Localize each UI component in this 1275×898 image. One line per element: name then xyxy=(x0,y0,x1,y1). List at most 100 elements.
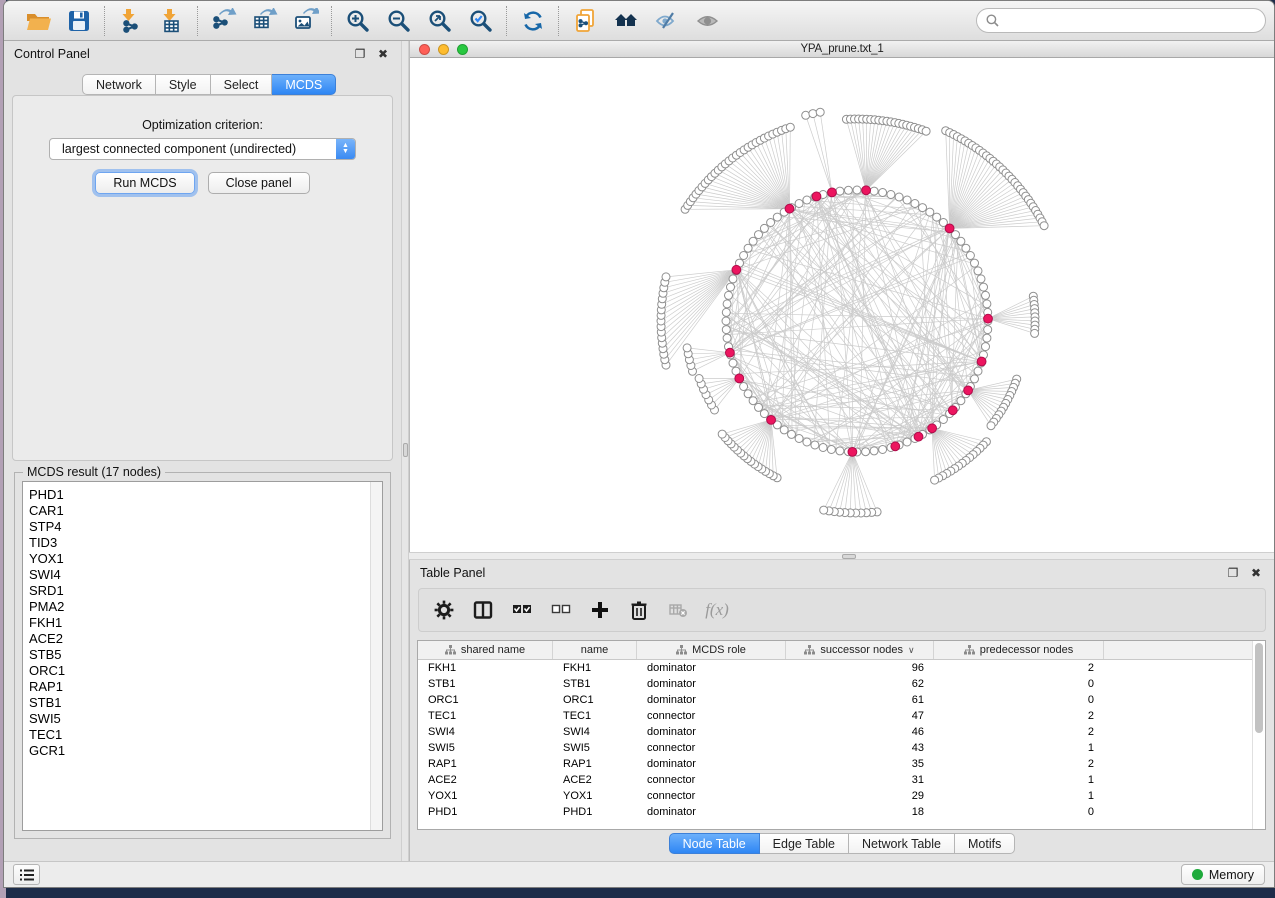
add-row-icon[interactable] xyxy=(589,599,611,621)
cell-predecessor-nodes: 1 xyxy=(934,740,1104,756)
table-row[interactable]: ORC1ORC1dominator610 xyxy=(418,692,1252,708)
mcds-result-item[interactable]: STB1 xyxy=(29,695,370,711)
columns-icon[interactable] xyxy=(472,599,494,621)
tab-select[interactable]: Select xyxy=(211,74,273,95)
zoom-out-icon[interactable] xyxy=(385,7,412,34)
mcds-result-item[interactable]: GCR1 xyxy=(29,743,370,759)
table-row[interactable]: SWI5SWI5connector431 xyxy=(418,740,1252,756)
tab-style[interactable]: Style xyxy=(156,74,211,95)
float-panel-icon[interactable]: ❐ xyxy=(352,46,368,62)
import-table-icon[interactable] xyxy=(158,7,185,34)
tab-network[interactable]: Network xyxy=(82,74,156,95)
dominator-node xyxy=(948,406,957,415)
close-panel-button[interactable]: Close panel xyxy=(208,172,310,194)
mcds-result-item[interactable]: ACE2 xyxy=(29,631,370,647)
zoom-fit-icon[interactable] xyxy=(426,7,453,34)
cell-MCDS-role: connector xyxy=(637,772,786,788)
tab-mcds[interactable]: MCDS xyxy=(272,74,336,95)
dominator-node xyxy=(945,224,954,233)
mcds-result-item[interactable]: STB5 xyxy=(29,647,370,663)
mcds-result-list[interactable]: PHD1CAR1STP4TID3YOX1SWI4SRD1PMA2FKH1ACE2… xyxy=(22,481,383,831)
mcds-result-item[interactable]: FKH1 xyxy=(29,615,370,631)
mcds-result-item[interactable]: PMA2 xyxy=(29,599,370,615)
import-network-icon[interactable] xyxy=(117,7,144,34)
mcds-result-item[interactable]: RAP1 xyxy=(29,679,370,695)
table-row[interactable]: STB1STB1dominator620 xyxy=(418,676,1252,692)
tab-node-table[interactable]: Node Table xyxy=(669,833,760,854)
zoom-in-icon[interactable] xyxy=(344,7,371,34)
tab-network-table[interactable]: Network Table xyxy=(849,833,955,854)
table-row[interactable]: YOX1YOX1connector291 xyxy=(418,788,1252,804)
zoom-selected-icon[interactable] xyxy=(467,7,494,34)
mcds-list-scrollbar[interactable] xyxy=(370,482,382,830)
first-neighbors-icon[interactable] xyxy=(612,7,639,34)
close-table-panel-icon[interactable]: ✖ xyxy=(1248,565,1264,581)
select-all-icon[interactable] xyxy=(511,599,533,621)
table-row[interactable]: ACE2ACE2connector311 xyxy=(418,772,1252,788)
close-panel-icon[interactable]: ✖ xyxy=(375,46,391,62)
export-table-icon[interactable] xyxy=(251,7,278,34)
gear-icon[interactable] xyxy=(433,599,455,621)
network-title: YPA_prune.txt_1 xyxy=(410,43,1274,55)
show-all-icon[interactable] xyxy=(694,7,721,34)
network-titlebar[interactable]: YPA_prune.txt_1 xyxy=(410,41,1274,58)
open-folder-icon[interactable] xyxy=(24,7,51,34)
network-canvas[interactable] xyxy=(410,58,1274,552)
mcds-result-item[interactable]: STP4 xyxy=(29,519,370,535)
mcds-result-item[interactable]: SWI4 xyxy=(29,567,370,583)
table-scrollbar-thumb[interactable] xyxy=(1255,643,1263,733)
task-list-icon[interactable] xyxy=(13,864,40,885)
table-row[interactable]: SWI4SWI4dominator462 xyxy=(418,724,1252,740)
column-header-MCDS-role[interactable]: MCDS role xyxy=(637,641,786,659)
delete-row-icon[interactable] xyxy=(628,599,650,621)
dominator-node xyxy=(767,416,776,425)
cell-successor-nodes: 46 xyxy=(786,724,934,740)
save-icon[interactable] xyxy=(65,7,92,34)
cell-successor-nodes: 31 xyxy=(786,772,934,788)
memory-button[interactable]: Memory xyxy=(1181,864,1265,885)
cell-successor-nodes: 61 xyxy=(786,692,934,708)
export-image-icon[interactable] xyxy=(292,7,319,34)
cell-predecessor-nodes: 2 xyxy=(934,708,1104,724)
mcds-result-item[interactable]: PHD1 xyxy=(29,487,370,503)
criterion-dropdown[interactable]: largest connected component (undirected)… xyxy=(49,138,356,160)
column-header-predecessor-nodes[interactable]: predecessor nodes xyxy=(934,641,1104,659)
horizontal-splitter[interactable] xyxy=(409,552,1274,560)
cell-successor-nodes: 18 xyxy=(786,804,934,820)
refresh-icon[interactable] xyxy=(519,7,546,34)
mcds-result-item[interactable]: SRD1 xyxy=(29,583,370,599)
cell-shared-name: SWI4 xyxy=(418,724,553,740)
mcds-result-item[interactable]: SWI5 xyxy=(29,711,370,727)
network-documents-icon[interactable] xyxy=(571,7,598,34)
table-row[interactable]: TEC1TEC1connector472 xyxy=(418,708,1252,724)
dominator-node xyxy=(891,442,900,451)
vertical-splitter[interactable] xyxy=(401,41,409,861)
table-panel: Table Panel ❐ ✖ f(x) shared namenameMCDS… xyxy=(409,560,1274,861)
table-row[interactable]: RAP1RAP1dominator352 xyxy=(418,756,1252,772)
column-header-successor-nodes[interactable]: successor nodes∨ xyxy=(786,641,934,659)
mcds-result-item[interactable]: CAR1 xyxy=(29,503,370,519)
search-input[interactable] xyxy=(1004,14,1256,28)
app-window: Control Panel ❐ ✖ NetworkStyleSelectMCDS… xyxy=(3,0,1275,888)
hide-selected-icon[interactable] xyxy=(653,7,680,34)
float-table-panel-icon[interactable]: ❐ xyxy=(1225,565,1241,581)
mcds-result-item[interactable]: ORC1 xyxy=(29,663,370,679)
mcds-result-item[interactable]: YOX1 xyxy=(29,551,370,567)
network-graph[interactable] xyxy=(410,58,1274,552)
tab-edge-table[interactable]: Edge Table xyxy=(760,833,849,854)
column-header-shared-name[interactable]: shared name xyxy=(418,641,553,659)
cell-predecessor-nodes: 0 xyxy=(934,804,1104,820)
table-row[interactable]: PHD1PHD1dominator180 xyxy=(418,804,1252,820)
run-mcds-button[interactable]: Run MCDS xyxy=(95,172,194,194)
mcds-result-item[interactable]: TEC1 xyxy=(29,727,370,743)
export-network-icon[interactable] xyxy=(210,7,237,34)
table-scrollbar[interactable] xyxy=(1252,641,1265,829)
mcds-result-item[interactable]: TID3 xyxy=(29,535,370,551)
search-box[interactable] xyxy=(976,8,1266,33)
tab-motifs[interactable]: Motifs xyxy=(955,833,1015,854)
cell-successor-nodes: 62 xyxy=(786,676,934,692)
deselect-all-icon[interactable] xyxy=(550,599,572,621)
column-header-name[interactable]: name xyxy=(553,641,637,659)
table-row[interactable]: FKH1FKH1dominator962 xyxy=(418,660,1252,676)
optimization-criterion-label: Optimization criterion: xyxy=(13,118,392,132)
